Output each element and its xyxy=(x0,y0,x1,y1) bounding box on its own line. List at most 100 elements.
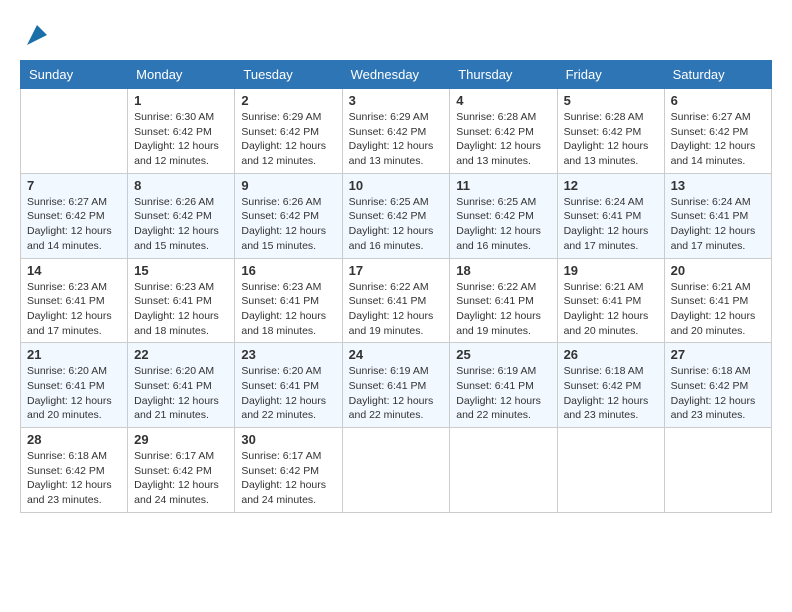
calendar-cell: 5 Sunrise: 6:28 AMSunset: 6:42 PMDayligh… xyxy=(557,89,664,174)
cell-info: Sunrise: 6:18 AMSunset: 6:42 PMDaylight:… xyxy=(564,364,658,423)
cell-day-number: 16 xyxy=(241,263,335,278)
calendar-cell xyxy=(450,428,557,513)
cell-info: Sunrise: 6:26 AMSunset: 6:42 PMDaylight:… xyxy=(134,195,228,254)
cell-info: Sunrise: 6:29 AMSunset: 6:42 PMDaylight:… xyxy=(349,110,444,169)
calendar-cell: 15 Sunrise: 6:23 AMSunset: 6:41 PMDaylig… xyxy=(128,258,235,343)
calendar-cell: 10 Sunrise: 6:25 AMSunset: 6:42 PMDaylig… xyxy=(342,173,450,258)
cell-day-number: 29 xyxy=(134,432,228,447)
calendar-header-row: SundayMondayTuesdayWednesdayThursdayFrid… xyxy=(21,61,772,89)
calendar-cell: 24 Sunrise: 6:19 AMSunset: 6:41 PMDaylig… xyxy=(342,343,450,428)
calendar-cell: 21 Sunrise: 6:20 AMSunset: 6:41 PMDaylig… xyxy=(21,343,128,428)
cell-info: Sunrise: 6:21 AMSunset: 6:41 PMDaylight:… xyxy=(671,280,765,339)
calendar-cell xyxy=(342,428,450,513)
cell-day-number: 24 xyxy=(349,347,444,362)
cell-info: Sunrise: 6:18 AMSunset: 6:42 PMDaylight:… xyxy=(27,449,121,508)
calendar-header-friday: Friday xyxy=(557,61,664,89)
cell-day-number: 4 xyxy=(456,93,550,108)
calendar-header-tuesday: Tuesday xyxy=(235,61,342,89)
calendar-cell: 2 Sunrise: 6:29 AMSunset: 6:42 PMDayligh… xyxy=(235,89,342,174)
calendar-header-monday: Monday xyxy=(128,61,235,89)
cell-day-number: 22 xyxy=(134,347,228,362)
cell-info: Sunrise: 6:23 AMSunset: 6:41 PMDaylight:… xyxy=(134,280,228,339)
calendar-cell: 25 Sunrise: 6:19 AMSunset: 6:41 PMDaylig… xyxy=(450,343,557,428)
cell-day-number: 5 xyxy=(564,93,658,108)
cell-info: Sunrise: 6:30 AMSunset: 6:42 PMDaylight:… xyxy=(134,110,228,169)
calendar-cell: 30 Sunrise: 6:17 AMSunset: 6:42 PMDaylig… xyxy=(235,428,342,513)
calendar-week-row: 21 Sunrise: 6:20 AMSunset: 6:41 PMDaylig… xyxy=(21,343,772,428)
calendar-cell: 6 Sunrise: 6:27 AMSunset: 6:42 PMDayligh… xyxy=(664,89,771,174)
cell-day-number: 11 xyxy=(456,178,550,193)
logo xyxy=(20,20,52,50)
cell-day-number: 23 xyxy=(241,347,335,362)
calendar-cell: 19 Sunrise: 6:21 AMSunset: 6:41 PMDaylig… xyxy=(557,258,664,343)
cell-info: Sunrise: 6:25 AMSunset: 6:42 PMDaylight:… xyxy=(456,195,550,254)
cell-day-number: 20 xyxy=(671,263,765,278)
cell-info: Sunrise: 6:24 AMSunset: 6:41 PMDaylight:… xyxy=(671,195,765,254)
page-header xyxy=(20,20,772,50)
cell-info: Sunrise: 6:25 AMSunset: 6:42 PMDaylight:… xyxy=(349,195,444,254)
calendar-cell: 1 Sunrise: 6:30 AMSunset: 6:42 PMDayligh… xyxy=(128,89,235,174)
cell-day-number: 26 xyxy=(564,347,658,362)
cell-day-number: 9 xyxy=(241,178,335,193)
cell-day-number: 12 xyxy=(564,178,658,193)
cell-day-number: 6 xyxy=(671,93,765,108)
logo-icon xyxy=(22,20,52,50)
cell-info: Sunrise: 6:23 AMSunset: 6:41 PMDaylight:… xyxy=(27,280,121,339)
cell-info: Sunrise: 6:22 AMSunset: 6:41 PMDaylight:… xyxy=(456,280,550,339)
calendar-cell: 14 Sunrise: 6:23 AMSunset: 6:41 PMDaylig… xyxy=(21,258,128,343)
calendar-week-row: 1 Sunrise: 6:30 AMSunset: 6:42 PMDayligh… xyxy=(21,89,772,174)
calendar-cell: 26 Sunrise: 6:18 AMSunset: 6:42 PMDaylig… xyxy=(557,343,664,428)
cell-day-number: 1 xyxy=(134,93,228,108)
cell-day-number: 3 xyxy=(349,93,444,108)
cell-day-number: 2 xyxy=(241,93,335,108)
calendar-header-wednesday: Wednesday xyxy=(342,61,450,89)
cell-info: Sunrise: 6:19 AMSunset: 6:41 PMDaylight:… xyxy=(456,364,550,423)
cell-info: Sunrise: 6:20 AMSunset: 6:41 PMDaylight:… xyxy=(27,364,121,423)
cell-day-number: 25 xyxy=(456,347,550,362)
cell-day-number: 14 xyxy=(27,263,121,278)
cell-info: Sunrise: 6:28 AMSunset: 6:42 PMDaylight:… xyxy=(564,110,658,169)
calendar-cell: 16 Sunrise: 6:23 AMSunset: 6:41 PMDaylig… xyxy=(235,258,342,343)
cell-day-number: 13 xyxy=(671,178,765,193)
calendar-cell: 7 Sunrise: 6:27 AMSunset: 6:42 PMDayligh… xyxy=(21,173,128,258)
calendar-cell: 9 Sunrise: 6:26 AMSunset: 6:42 PMDayligh… xyxy=(235,173,342,258)
cell-day-number: 17 xyxy=(349,263,444,278)
cell-info: Sunrise: 6:17 AMSunset: 6:42 PMDaylight:… xyxy=(134,449,228,508)
cell-day-number: 21 xyxy=(27,347,121,362)
calendar-week-row: 28 Sunrise: 6:18 AMSunset: 6:42 PMDaylig… xyxy=(21,428,772,513)
calendar-cell: 27 Sunrise: 6:18 AMSunset: 6:42 PMDaylig… xyxy=(664,343,771,428)
calendar-cell: 11 Sunrise: 6:25 AMSunset: 6:42 PMDaylig… xyxy=(450,173,557,258)
calendar-week-row: 14 Sunrise: 6:23 AMSunset: 6:41 PMDaylig… xyxy=(21,258,772,343)
cell-info: Sunrise: 6:23 AMSunset: 6:41 PMDaylight:… xyxy=(241,280,335,339)
calendar-cell: 8 Sunrise: 6:26 AMSunset: 6:42 PMDayligh… xyxy=(128,173,235,258)
calendar-week-row: 7 Sunrise: 6:27 AMSunset: 6:42 PMDayligh… xyxy=(21,173,772,258)
calendar-table: SundayMondayTuesdayWednesdayThursdayFrid… xyxy=(20,60,772,513)
cell-info: Sunrise: 6:24 AMSunset: 6:41 PMDaylight:… xyxy=(564,195,658,254)
cell-info: Sunrise: 6:27 AMSunset: 6:42 PMDaylight:… xyxy=(27,195,121,254)
cell-info: Sunrise: 6:19 AMSunset: 6:41 PMDaylight:… xyxy=(349,364,444,423)
calendar-cell: 22 Sunrise: 6:20 AMSunset: 6:41 PMDaylig… xyxy=(128,343,235,428)
calendar-header-thursday: Thursday xyxy=(450,61,557,89)
cell-day-number: 10 xyxy=(349,178,444,193)
calendar-header-saturday: Saturday xyxy=(664,61,771,89)
cell-day-number: 15 xyxy=(134,263,228,278)
calendar-cell: 29 Sunrise: 6:17 AMSunset: 6:42 PMDaylig… xyxy=(128,428,235,513)
cell-info: Sunrise: 6:29 AMSunset: 6:42 PMDaylight:… xyxy=(241,110,335,169)
cell-day-number: 19 xyxy=(564,263,658,278)
calendar-header-sunday: Sunday xyxy=(21,61,128,89)
calendar-cell: 20 Sunrise: 6:21 AMSunset: 6:41 PMDaylig… xyxy=(664,258,771,343)
calendar-cell: 18 Sunrise: 6:22 AMSunset: 6:41 PMDaylig… xyxy=(450,258,557,343)
calendar-cell xyxy=(664,428,771,513)
cell-info: Sunrise: 6:26 AMSunset: 6:42 PMDaylight:… xyxy=(241,195,335,254)
cell-info: Sunrise: 6:20 AMSunset: 6:41 PMDaylight:… xyxy=(134,364,228,423)
cell-day-number: 8 xyxy=(134,178,228,193)
calendar-cell: 4 Sunrise: 6:28 AMSunset: 6:42 PMDayligh… xyxy=(450,89,557,174)
calendar-cell: 23 Sunrise: 6:20 AMSunset: 6:41 PMDaylig… xyxy=(235,343,342,428)
calendar-cell: 17 Sunrise: 6:22 AMSunset: 6:41 PMDaylig… xyxy=(342,258,450,343)
cell-day-number: 30 xyxy=(241,432,335,447)
calendar-cell: 13 Sunrise: 6:24 AMSunset: 6:41 PMDaylig… xyxy=(664,173,771,258)
cell-day-number: 18 xyxy=(456,263,550,278)
cell-info: Sunrise: 6:20 AMSunset: 6:41 PMDaylight:… xyxy=(241,364,335,423)
cell-day-number: 27 xyxy=(671,347,765,362)
cell-info: Sunrise: 6:18 AMSunset: 6:42 PMDaylight:… xyxy=(671,364,765,423)
